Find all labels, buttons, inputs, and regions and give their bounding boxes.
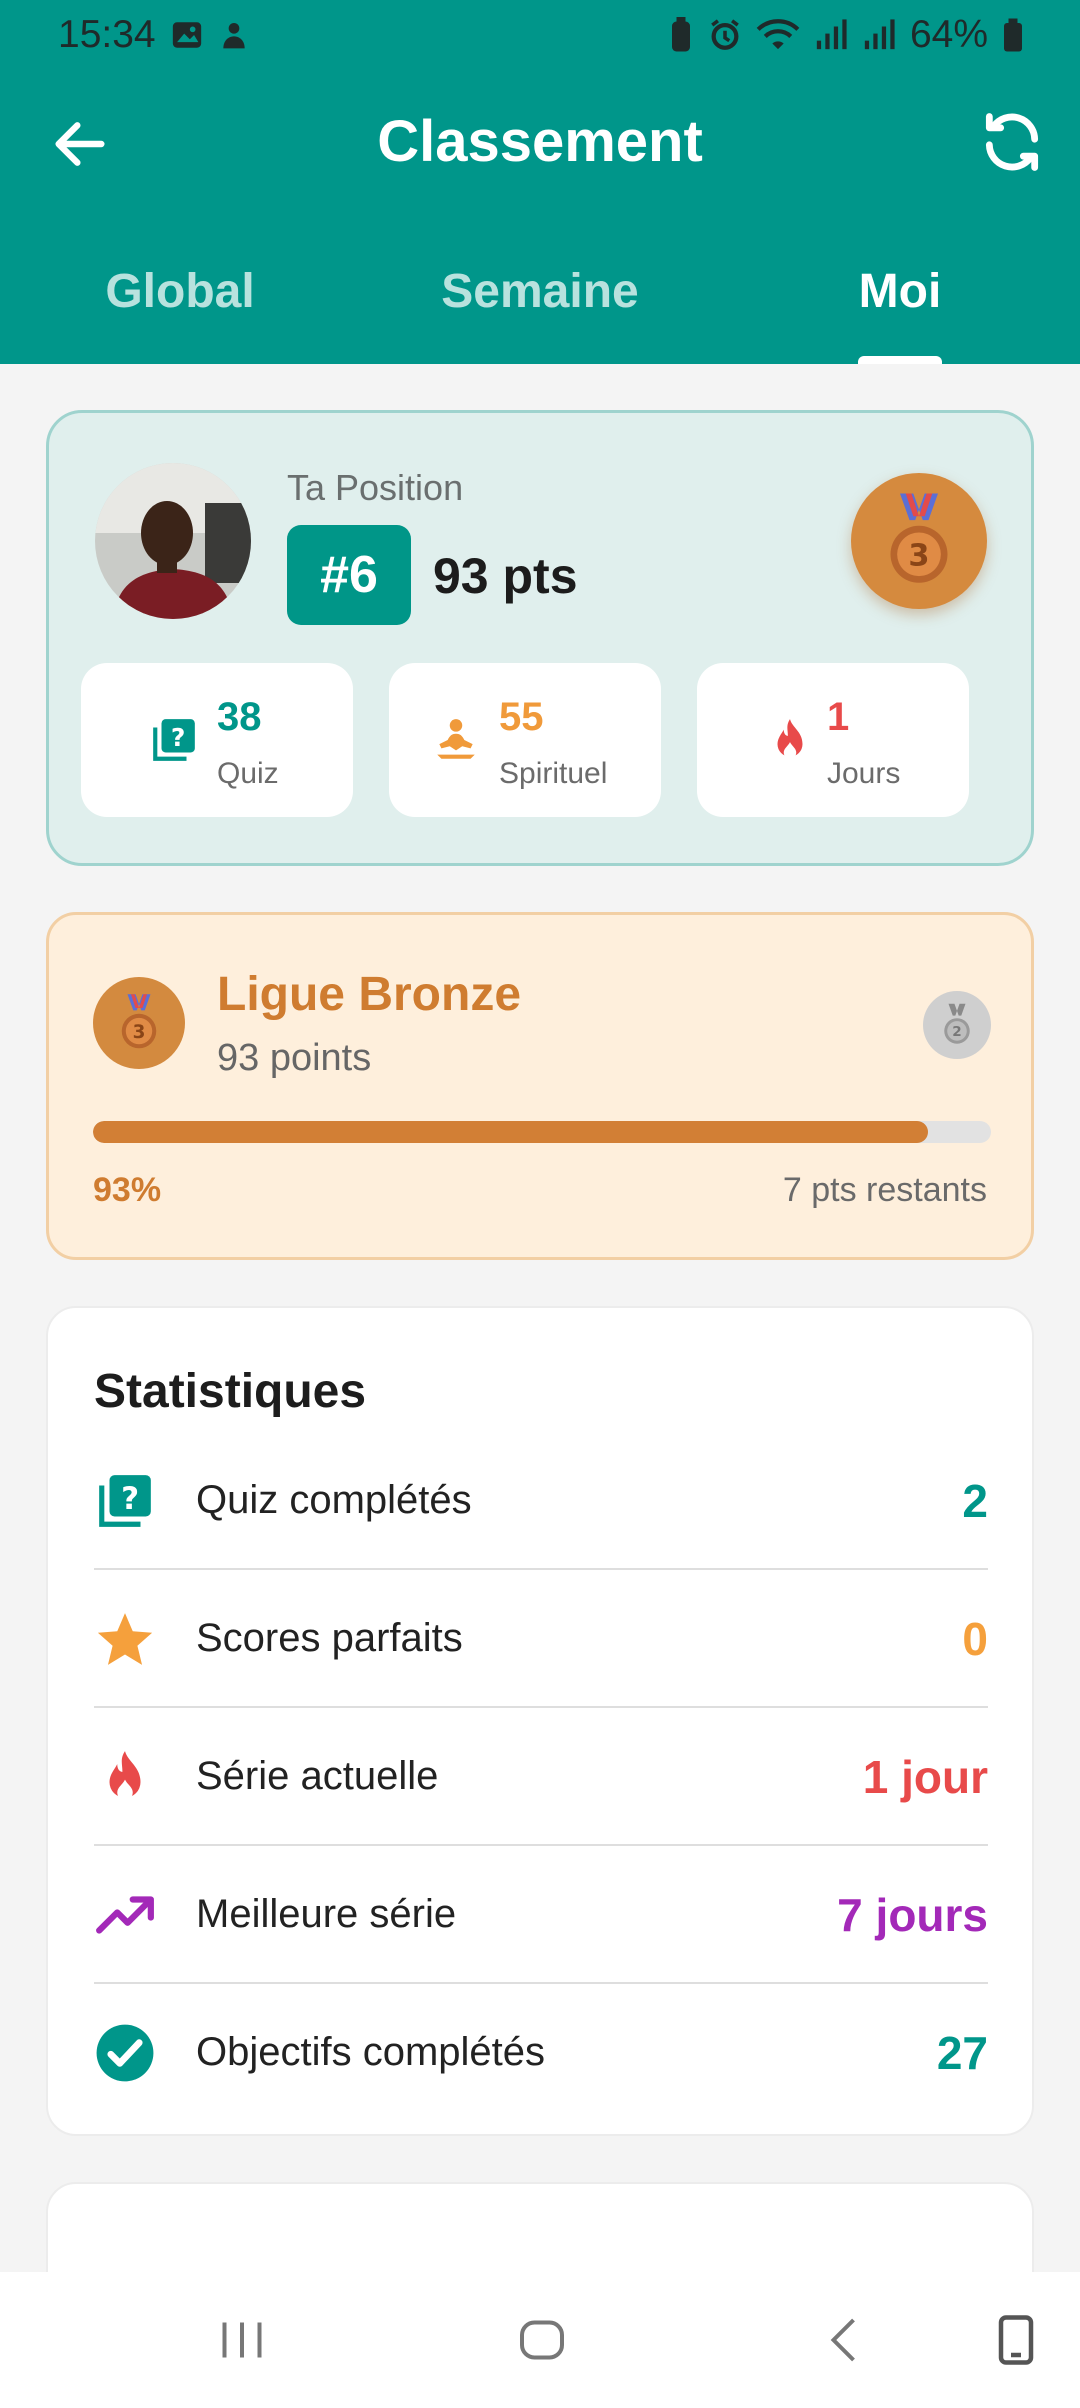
league-progress-fill	[93, 1121, 929, 1143]
recent-apps-button[interactable]	[212, 2310, 272, 2370]
points-remaining: 7 pts restants	[782, 1171, 987, 1209]
home-icon	[520, 2320, 564, 2360]
quiz-icon: ?	[153, 719, 195, 761]
stat-row-current-streak: Série actuelle 1 jour	[94, 1708, 988, 1846]
quiz-icon: ?	[99, 1475, 151, 1527]
stat-row-perfect-scores: Scores parfaits 0	[94, 1570, 988, 1708]
mini-stat-label: Spirituel	[499, 757, 608, 790]
signal-icon	[814, 18, 848, 52]
status-bar: 15:34 64%	[0, 0, 1080, 70]
gallery-notification-icon	[170, 18, 204, 52]
silver-medal-icon: 2	[923, 991, 991, 1059]
svg-text:?: ?	[171, 723, 186, 752]
stat-row-quiz: ? Quiz complétés 2	[94, 1432, 988, 1570]
page-title: Classement	[377, 109, 703, 174]
league-points: 93 points	[217, 1037, 372, 1079]
league-progress-bar	[93, 1121, 991, 1143]
refresh-button[interactable]	[978, 108, 1046, 176]
fire-icon	[777, 719, 803, 759]
mini-stat-value: 38	[217, 695, 262, 739]
battery-saver-icon	[668, 17, 694, 53]
wifi-icon	[756, 18, 800, 52]
battery-level: 64%	[909, 13, 988, 56]
stat-value: 27	[936, 2027, 988, 2079]
league-name: Ligue Bronze	[217, 968, 522, 1021]
tab-semaine[interactable]: Semaine	[441, 264, 638, 319]
mini-stat-jours: 1 Jours	[697, 663, 969, 817]
progress-percent: 93%	[93, 1171, 162, 1209]
stat-value: 1 jour	[862, 1751, 988, 1803]
position-label: Ta Position	[287, 467, 464, 508]
meditation-icon	[437, 719, 475, 759]
mini-stat-value: 1	[827, 695, 850, 739]
phone-icon	[998, 2315, 1034, 2365]
signal-icon	[862, 18, 896, 52]
star-icon	[97, 1613, 153, 1665]
statistics-title: Statistiques	[94, 1365, 367, 1418]
svg-text:2: 2	[952, 1024, 961, 1040]
mini-stat-quiz: ? 38 Quiz	[81, 663, 353, 817]
mini-stat-label: Quiz	[217, 757, 279, 790]
stat-value: 2	[962, 1475, 988, 1527]
stat-label: Meilleure série	[196, 1892, 457, 1936]
status-time: 15:34	[58, 13, 156, 56]
svg-text:3: 3	[133, 1022, 146, 1043]
bronze-medal-icon: 3	[93, 977, 185, 1069]
stat-value: 0	[962, 1613, 988, 1665]
stat-row-goals: Objectifs complétés 27	[94, 1984, 988, 2122]
home-button[interactable]	[512, 2310, 572, 2370]
league-card: 3 Ligue Bronze 93 points 2 93% 7 pts res…	[46, 912, 1034, 1260]
check-circle-icon	[96, 2024, 154, 2082]
stat-value: 7 jours	[837, 1889, 988, 1941]
app-notification-icon	[218, 18, 250, 52]
recent-apps-icon	[222, 2322, 262, 2358]
statistics-card: Statistiques ? Quiz complétés 2 Scores p…	[46, 1306, 1034, 2136]
system-navigation-bar	[0, 2272, 1080, 2408]
tab-global[interactable]: Global	[105, 264, 254, 319]
svg-text:?: ?	[121, 1481, 139, 1517]
chevron-left-icon	[830, 2318, 855, 2362]
keyboard-toggle-button[interactable]	[986, 2310, 1046, 2370]
stat-label: Scores parfaits	[196, 1616, 463, 1660]
mini-stat-value: 55	[499, 695, 544, 739]
stat-label: Série actuelle	[196, 1754, 439, 1798]
points-value: 93 pts	[433, 548, 578, 604]
svg-text:3: 3	[908, 539, 929, 574]
battery-icon	[1002, 17, 1024, 53]
back-nav-button[interactable]	[816, 2310, 876, 2370]
position-card: Ta Position #6 93 pts 3 ? 38 Quiz 55 Spi…	[46, 410, 1034, 866]
active-tab-indicator	[858, 356, 942, 364]
avatar	[95, 463, 251, 619]
refresh-icon	[985, 113, 1039, 171]
stat-row-best-streak: Meilleure série 7 jours	[94, 1846, 988, 1984]
title-bar: Classement	[0, 90, 1080, 200]
trending-up-icon	[96, 1896, 154, 1934]
rank-badge: #6	[287, 525, 411, 625]
tab-moi[interactable]: Moi	[859, 264, 942, 319]
fire-icon	[109, 1751, 141, 1801]
mini-stat-spirituel: 55 Spirituel	[389, 663, 661, 817]
alarm-icon	[708, 18, 742, 52]
tab-bar: Global Semaine Moi	[0, 250, 1080, 364]
mini-stat-label: Jours	[827, 757, 901, 790]
app-header: 15:34 64% Classement Global Semaine Moi	[0, 0, 1080, 364]
bronze-medal-icon: 3	[851, 473, 987, 609]
stat-label: Quiz complétés	[196, 1478, 472, 1522]
stat-label: Objectifs complétés	[196, 2030, 546, 2074]
